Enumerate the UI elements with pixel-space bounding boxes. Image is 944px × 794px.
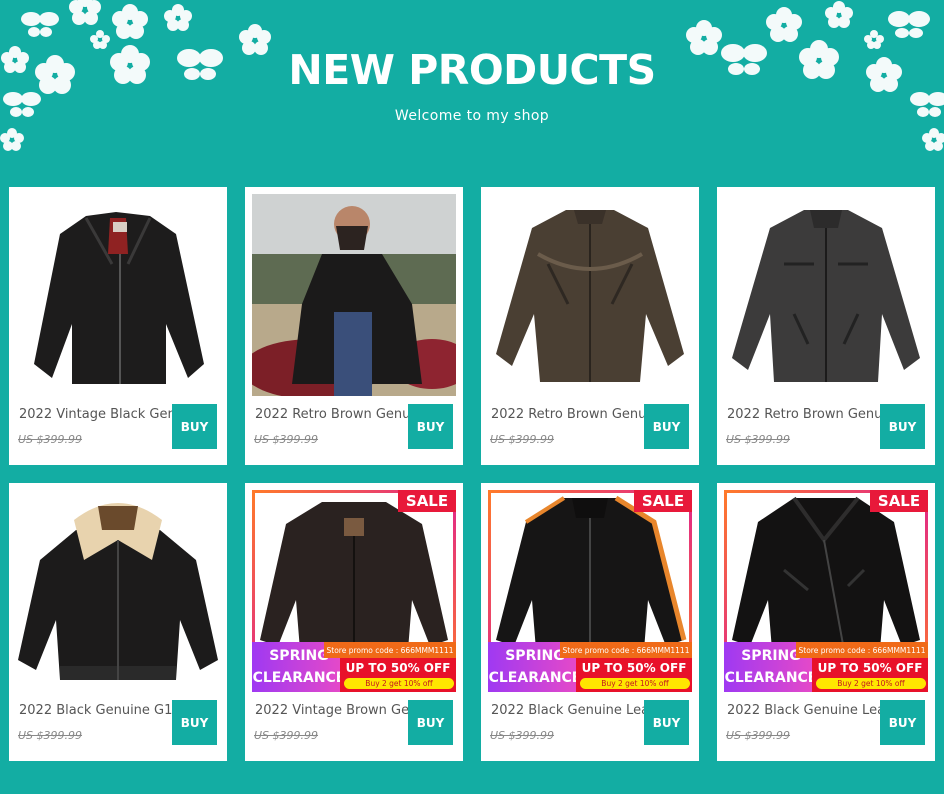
buy-button[interactable]: BUY xyxy=(644,700,689,745)
product-card[interactable]: 2022 Vintage Black Genuine US $399.99 BU… xyxy=(9,187,227,465)
product-image[interactable] xyxy=(724,194,928,396)
page-subtitle: Welcome to my shop xyxy=(394,108,550,124)
buy-button[interactable]: BUY xyxy=(172,700,217,745)
product-price: US $399.99 xyxy=(18,729,83,742)
product-image[interactable] xyxy=(252,194,456,396)
buy-more-label: Buy 2 get 10% off xyxy=(580,678,690,689)
product-price: US $399.99 xyxy=(490,433,555,446)
product-price: US $399.99 xyxy=(490,729,555,742)
product-image[interactable]: SALE SPRING CLEARANCE Store promo code : … xyxy=(488,490,692,692)
fur-collar-jacket-icon xyxy=(16,490,220,692)
product-image[interactable] xyxy=(488,194,692,396)
product-card[interactable]: 2022 Black Genuine G1 US $399.99 BUY xyxy=(9,483,227,761)
black-biker-jacket-icon xyxy=(16,194,220,396)
product-card[interactable]: 2022 Retro Brown Genuine US $399.99 BUY xyxy=(481,187,699,465)
product-card[interactable]: 2022 Retro Brown Genuine US $399.99 BUY xyxy=(717,187,935,465)
product-card[interactable]: SALE SPRING CLEARANCE Store promo code : … xyxy=(245,483,463,761)
page-header: NEW PRODUCTS Welcome to my shop xyxy=(0,0,944,170)
product-name[interactable]: 2022 Retro Brown Genuine xyxy=(491,407,649,422)
brown-jacket-icon xyxy=(488,194,692,396)
product-price: US $399.99 xyxy=(254,729,319,742)
store-promo-code: Store promo code : 666MMM1111 xyxy=(324,642,456,658)
product-card[interactable]: SALE SPRING CLEARANCE Store promo code : … xyxy=(717,483,935,761)
buy-button[interactable]: BUY xyxy=(408,700,453,745)
product-name[interactable]: 2022 Black Genuine Leather xyxy=(727,703,885,718)
promo-banner: SPRING CLEARANCE Store promo code : 666MM… xyxy=(252,642,456,692)
product-price: US $399.99 xyxy=(254,433,319,446)
sale-badge: SALE xyxy=(634,490,692,512)
store-promo-code: Store promo code : 666MMM1111 xyxy=(560,642,692,658)
product-name[interactable]: 2022 Retro Brown Genuine xyxy=(255,407,413,422)
product-image[interactable]: SALE SPRING CLEARANCE Store promo code : … xyxy=(252,490,456,692)
gray-jacket-icon xyxy=(724,194,928,396)
sale-badge: SALE xyxy=(398,490,456,512)
buy-button[interactable]: BUY xyxy=(880,700,925,745)
buy-more-label: Buy 2 get 10% off xyxy=(344,678,454,689)
store-promo-code: Store promo code : 666MMM1111 xyxy=(796,642,928,658)
promo-banner: SPRING CLEARANCE Store promo code : 666MM… xyxy=(724,642,928,692)
product-name[interactable]: 2022 Retro Brown Genuine xyxy=(727,407,885,422)
page-title: NEW PRODUCTS xyxy=(288,46,656,94)
product-name[interactable]: 2022 Vintage Brown Genuine xyxy=(255,703,413,718)
product-name[interactable]: 2022 Vintage Black Genuine xyxy=(19,407,177,422)
product-image[interactable]: SALE SPRING CLEARANCE Store promo code : … xyxy=(724,490,928,692)
product-price: US $399.99 xyxy=(726,433,791,446)
product-card[interactable]: 2022 Retro Brown Genuine US $399.99 BUY xyxy=(245,187,463,465)
product-name[interactable]: 2022 Black Genuine G1 xyxy=(19,703,177,718)
buy-more-label: Buy 2 get 10% off xyxy=(816,678,926,689)
product-image[interactable] xyxy=(16,490,220,692)
sale-badge: SALE xyxy=(870,490,928,512)
buy-button[interactable]: BUY xyxy=(408,404,453,449)
product-image[interactable] xyxy=(16,194,220,396)
product-name[interactable]: 2022 Black Genuine Leather xyxy=(491,703,649,718)
buy-button[interactable]: BUY xyxy=(172,404,217,449)
promo-banner: SPRING CLEARANCE Store promo code : 666MM… xyxy=(488,642,692,692)
man-in-jacket-photo xyxy=(252,194,456,396)
buy-button[interactable]: BUY xyxy=(880,404,925,449)
product-price: US $399.99 xyxy=(18,433,83,446)
product-price: US $399.99 xyxy=(726,729,791,742)
product-card[interactable]: SALE SPRING CLEARANCE Store promo code : … xyxy=(481,483,699,761)
buy-button[interactable]: BUY xyxy=(644,404,689,449)
